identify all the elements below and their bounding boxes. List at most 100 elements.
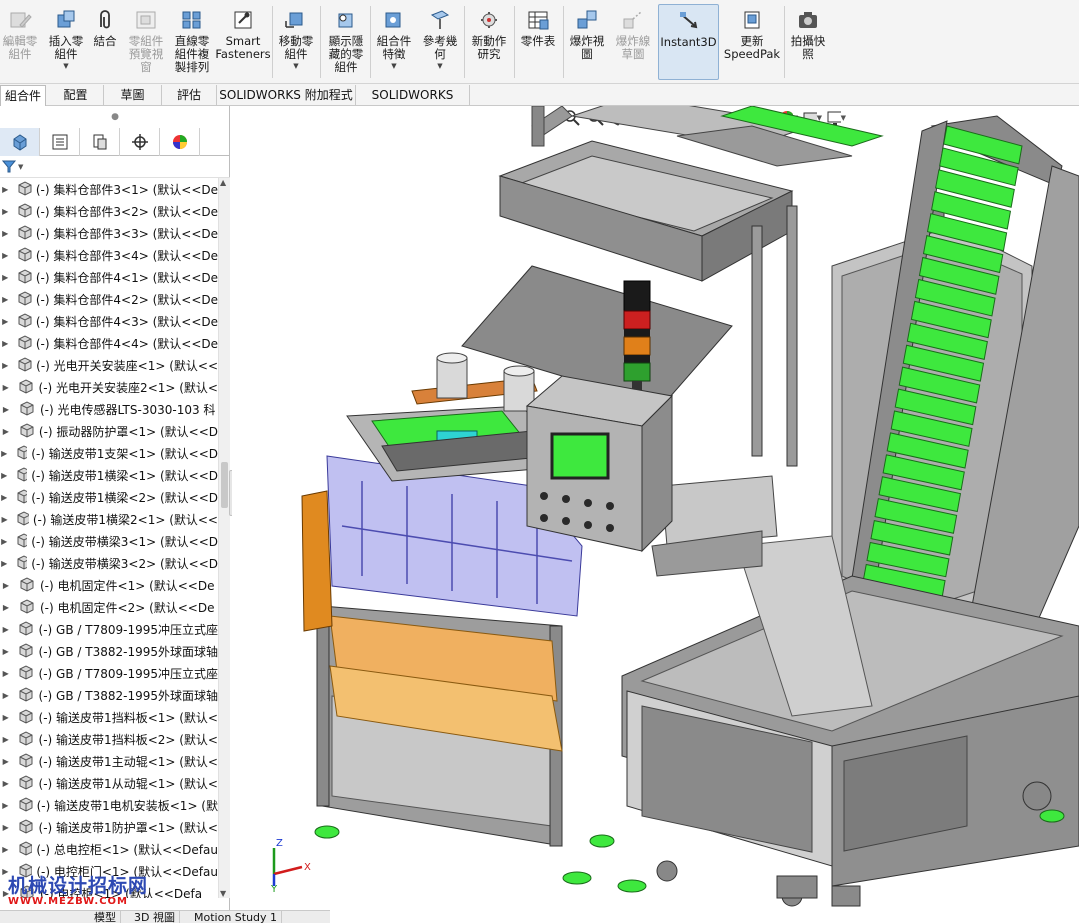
move-component-button[interactable]: 移動零 組件 ▼ — [276, 4, 316, 80]
tree-item[interactable]: ▶ (-) 光电开关安装座2<1> (默认< — [0, 376, 218, 398]
tab-feature-manager[interactable] — [0, 128, 40, 156]
expand-arrow-icon[interactable]: ▶ — [0, 427, 12, 436]
tree-item[interactable]: ▶ (-) 集料仓部件3<1> (默认<<De — [0, 178, 218, 200]
edit-component-button[interactable]: 編輯零 組件 — [0, 4, 40, 80]
tree-item[interactable]: ▶ (-) 集料仓部件4<1> (默认<<De — [0, 266, 218, 288]
tab-sketch[interactable]: 草圖 — [104, 85, 162, 106]
new-motion-study-button[interactable]: 新動作 研究 — [466, 4, 512, 80]
expand-arrow-icon[interactable]: ▶ — [0, 603, 12, 612]
tree-item[interactable]: ▶ (-) 输送皮带1防护罩<1> (默认< — [0, 816, 218, 838]
expand-arrow-icon[interactable]: ▶ — [0, 713, 11, 722]
expand-arrow-icon[interactable]: ▶ — [0, 559, 9, 568]
expand-arrow-icon[interactable]: ▶ — [0, 647, 11, 656]
tree-item[interactable]: ▶ (-) 输送皮带横梁3<2> (默认<<D — [0, 552, 218, 574]
expand-arrow-icon[interactable]: ▶ — [0, 471, 9, 480]
take-snapshot-button[interactable]: 拍攝快 照 — [787, 4, 829, 80]
expand-arrow-icon[interactable]: ▶ — [0, 757, 11, 766]
tree-item[interactable]: ▶ (-) 集料仓部件4<2> (默认<<De — [0, 288, 218, 310]
expand-arrow-icon[interactable]: ▶ — [0, 625, 11, 634]
expand-arrow-icon[interactable]: ▶ — [0, 581, 12, 590]
tab-motion-study[interactable]: Motion Study 1 — [190, 911, 283, 923]
tree-item[interactable]: ▶ (-) 输送皮带1挡料板<1> (默认< — [0, 706, 218, 728]
expand-arrow-icon[interactable]: ▶ — [0, 515, 9, 524]
tree-scroll-thumb[interactable] — [221, 462, 228, 508]
tab-configuration-manager[interactable] — [80, 128, 120, 156]
tree-item[interactable]: ▶ (-) 总电控柜<1> (默认<<Defau — [0, 838, 218, 860]
smart-fasteners-button[interactable]: Smart Fasteners — [215, 4, 271, 80]
tree-item[interactable]: ▶ (-) GB / T7809-1995冲压立式座 — [0, 618, 218, 640]
tab-assembly[interactable]: 組合件 — [0, 85, 46, 106]
tree-item[interactable]: ▶ (-) 集料仓部件4<4> (默认<<De — [0, 332, 218, 354]
bill-of-materials-button[interactable]: 零件表 — [516, 4, 560, 80]
expand-arrow-icon[interactable]: ▶ — [0, 317, 10, 326]
tree-item[interactable]: ▶ (-) 输送皮带1挡料板<2> (默认< — [0, 728, 218, 750]
expand-arrow-icon[interactable]: ▶ — [0, 691, 11, 700]
exploded-view-button[interactable]: 爆炸視 圖 — [566, 4, 608, 80]
tab-solidworks-addins[interactable]: SOLIDWORKS 附加程式 — [217, 85, 356, 106]
tab-layout[interactable]: 配置 — [48, 85, 104, 106]
graphics-area[interactable]: ▼ ▼ ▼ ▼ ▼ ▼ ▼ — [232, 106, 1079, 923]
tree-item[interactable]: ▶ (-) GB / T3882-1995外球面球轴 — [0, 684, 218, 706]
tab-property-manager[interactable] — [40, 128, 80, 156]
scroll-down-icon[interactable]: ▼ — [220, 889, 226, 898]
expand-arrow-icon[interactable]: ▶ — [0, 735, 11, 744]
panel-grip-handle[interactable]: ● — [0, 106, 230, 128]
tree-item[interactable]: ▶ (-) GB / T3882-1995外球面球轴 — [0, 640, 218, 662]
tree-item[interactable]: ▶ (-) 输送皮带1从动辊<1> (默认< — [0, 772, 218, 794]
tree-item[interactable]: ▶ (-) 集料仓部件4<3> (默认<<De — [0, 310, 218, 332]
reference-geometry-button[interactable]: 參考幾 何 ▼ — [418, 4, 462, 80]
show-hidden-components-button[interactable]: 顯示隱 藏的零 組件 — [324, 4, 368, 80]
expand-arrow-icon[interactable]: ▶ — [0, 845, 11, 854]
instant3d-button[interactable]: Instant3D — [658, 4, 719, 80]
expand-arrow-icon[interactable]: ▶ — [0, 295, 10, 304]
tree-item[interactable]: ▶ (-) 输送皮带横梁3<1> (默认<<D — [0, 530, 218, 552]
tree-item[interactable]: ▶ (-) 电机固定件<2> (默认<<De — [0, 596, 218, 618]
expand-arrow-icon[interactable]: ▶ — [0, 801, 11, 810]
tree-item[interactable]: ▶ (-) GB / T7809-1995冲压立式座 — [0, 662, 218, 684]
expand-arrow-icon[interactable]: ▶ — [0, 229, 10, 238]
expand-arrow-icon[interactable]: ▶ — [0, 823, 11, 832]
expand-arrow-icon[interactable]: ▶ — [0, 185, 10, 194]
tree-item[interactable]: ▶ (-) 电机固定件<1> (默认<<De — [0, 574, 218, 596]
tree-filter[interactable]: ▼ — [0, 156, 230, 178]
tree-scrollbar[interactable]: ▲ ▼ — [218, 178, 230, 898]
tab-dimxpert-manager[interactable] — [120, 128, 160, 156]
expand-arrow-icon[interactable]: ▶ — [0, 339, 10, 348]
expand-arrow-icon[interactable]: ▶ — [0, 779, 11, 788]
expand-arrow-icon[interactable]: ▶ — [0, 669, 11, 678]
tree-item[interactable]: ▶ (-) 输送皮带1横梁2<1> (默认<< — [0, 508, 218, 530]
tab-solidworks-mbd[interactable]: SOLIDWORKS MBD — [356, 85, 470, 122]
tree-item[interactable]: ▶ (-) 光电开关安装座<1> (默认<< — [0, 354, 218, 376]
tree-item[interactable]: ▶ (-) 集料仓部件3<4> (默认<<De — [0, 244, 218, 266]
tree-item[interactable]: ▶ (-) 光电传感器LTS-3030-103 科 — [0, 398, 218, 420]
assembly-features-button[interactable]: 組合件 特徵 ▼ — [373, 4, 415, 80]
expand-arrow-icon[interactable]: ▶ — [0, 449, 9, 458]
machine-assembly-model[interactable] — [232, 106, 1079, 923]
mate-button[interactable]: 結合 — [90, 4, 120, 80]
expand-arrow-icon[interactable]: ▶ — [0, 273, 10, 282]
expand-arrow-icon[interactable]: ▶ — [0, 383, 11, 392]
tree-item[interactable]: ▶ (-) 振动器防护罩<1> (默认<<D — [0, 420, 218, 442]
update-speedpak-button[interactable]: 更新 SpeedPak — [723, 4, 781, 80]
linear-pattern-button[interactable]: 直線零 組件複 製排列 — [170, 4, 214, 80]
tab-display-manager[interactable] — [160, 128, 200, 156]
tree-item[interactable]: ▶ (-) 输送皮带1支架<1> (默认<<D — [0, 442, 218, 464]
scroll-up-icon[interactable]: ▲ — [220, 178, 226, 187]
expand-arrow-icon[interactable]: ▶ — [0, 493, 9, 502]
component-preview-button[interactable]: 零組件 預覽視 窗 — [124, 4, 168, 80]
tree-item[interactable]: ▶ (-) 输送皮带1电机安装板<1> (默 — [0, 794, 218, 816]
tree-item[interactable]: ▶ (-) 输送皮带1横梁<1> (默认<<D — [0, 464, 218, 486]
expand-arrow-icon[interactable]: ▶ — [0, 361, 10, 370]
expand-arrow-icon[interactable]: ▶ — [0, 251, 10, 260]
expand-arrow-icon[interactable]: ▶ — [0, 207, 10, 216]
tree-item[interactable]: ▶ (-) 集料仓部件3<2> (默认<<De — [0, 200, 218, 222]
expand-arrow-icon[interactable]: ▶ — [0, 405, 12, 414]
explode-line-sketch-button[interactable]: 爆炸線 草圖 — [612, 4, 654, 80]
tab-evaluate[interactable]: 評估 — [162, 85, 217, 106]
tab-3d-views[interactable]: 3D 視圖 — [130, 911, 180, 923]
tree-item[interactable]: ▶ (-) 输送皮带1横梁<2> (默认<<D — [0, 486, 218, 508]
insert-components-button[interactable]: 插入零 組件 ▼ — [44, 4, 88, 80]
tree-item[interactable]: ▶ (-) 集料仓部件3<3> (默认<<De — [0, 222, 218, 244]
expand-arrow-icon[interactable]: ▶ — [0, 537, 9, 546]
tree-item[interactable]: ▶ (-) 输送皮带1主动辊<1> (默认< — [0, 750, 218, 772]
